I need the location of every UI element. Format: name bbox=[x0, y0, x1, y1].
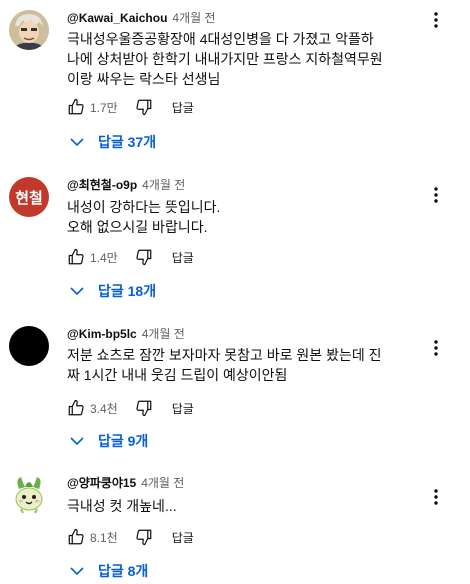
more-actions-button[interactable] bbox=[426, 487, 446, 507]
thumbs-down-icon bbox=[136, 249, 152, 266]
avatar[interactable] bbox=[9, 326, 49, 366]
thumbs-down-icon bbox=[136, 529, 152, 546]
avatar[interactable] bbox=[9, 10, 49, 50]
thumbs-up-icon bbox=[68, 248, 84, 265]
comment-header: @Kim-bp5lc 4개월 전 bbox=[67, 326, 185, 342]
like-button[interactable] bbox=[62, 243, 90, 271]
dislike-button[interactable] bbox=[130, 523, 158, 551]
like-count: 1.7만 bbox=[90, 100, 118, 115]
view-replies-button[interactable]: 답글 18개 bbox=[70, 280, 156, 302]
chevron-down-icon bbox=[70, 433, 86, 449]
chevron-down-icon bbox=[70, 563, 86, 579]
like-count: 3.4천 bbox=[90, 401, 118, 416]
comment-time[interactable]: 4개월 전 bbox=[142, 178, 185, 192]
comment-header: @양파쿵야15 4개월 전 bbox=[67, 475, 184, 491]
chevron-down-icon bbox=[70, 134, 86, 150]
avatar[interactable]: 현철 bbox=[9, 177, 49, 217]
replies-count-label: 답글 9개 bbox=[98, 433, 149, 449]
comment-time[interactable]: 4개월 전 bbox=[142, 327, 185, 341]
chevron-down-icon bbox=[70, 283, 86, 299]
reply-button[interactable]: 답글 bbox=[172, 529, 194, 546]
more-vert-icon bbox=[434, 12, 438, 28]
comment-author[interactable]: @양파쿵야15 bbox=[67, 476, 136, 490]
avatar-initials: 현철 bbox=[15, 189, 43, 207]
thumbs-up-icon bbox=[68, 98, 84, 115]
more-actions-button[interactable] bbox=[426, 338, 446, 358]
comment-author[interactable]: @Kim-bp5lc bbox=[67, 327, 137, 341]
comment-time[interactable]: 4개월 전 bbox=[172, 11, 215, 25]
comment-line: 이랑 싸우는 락스타 선생님 bbox=[67, 71, 221, 87]
replies-count-label: 답글 37개 bbox=[98, 134, 157, 150]
more-vert-icon bbox=[434, 187, 438, 203]
view-replies-button[interactable]: 답글 8개 bbox=[70, 560, 148, 582]
dislike-button[interactable] bbox=[130, 93, 158, 121]
view-replies-button[interactable]: 답글 37개 bbox=[70, 131, 156, 153]
more-vert-icon bbox=[434, 489, 438, 505]
like-count: 1.4만 bbox=[90, 250, 118, 265]
thumbs-up-icon bbox=[68, 528, 84, 545]
reply-button[interactable]: 답글 bbox=[172, 249, 194, 266]
comment-text: 극내성 컷 개높네... bbox=[67, 496, 407, 516]
comment-text: 저분 쇼츠로 잠깐 보자마자 못참고 바로 원본 봤는데 진 짜 1시간 내내 … bbox=[67, 345, 427, 385]
more-vert-icon bbox=[434, 340, 438, 356]
dislike-button[interactable] bbox=[130, 243, 158, 271]
reply-button[interactable]: 답글 bbox=[172, 400, 194, 417]
replies-count-label: 답글 8개 bbox=[98, 563, 149, 579]
like-button[interactable] bbox=[62, 394, 90, 422]
view-replies-button[interactable]: 답글 9개 bbox=[70, 430, 148, 452]
comment-actions: 3.4천 답글 bbox=[62, 394, 194, 422]
more-actions-button[interactable] bbox=[426, 185, 446, 205]
comment-author[interactable]: @최현철-o9p bbox=[67, 178, 137, 192]
comment-line: 내성이 강하다는 뜻입니다. bbox=[67, 199, 221, 215]
comment-header: @Kawai_Kaichou 4개월 전 bbox=[67, 10, 216, 26]
comment-actions: 1.7만 답글 bbox=[62, 93, 194, 121]
comment-actions: 8.1천 답글 bbox=[62, 523, 194, 551]
more-actions-button[interactable] bbox=[426, 10, 446, 30]
thumbs-down-icon bbox=[136, 99, 152, 116]
comment-line: 오해 없으시길 바랍니다. bbox=[67, 219, 208, 235]
comment-author[interactable]: @Kawai_Kaichou bbox=[67, 11, 167, 25]
comment-line: 극내성 컷 개높네... bbox=[67, 498, 177, 514]
anime-character-avatar-icon bbox=[9, 10, 49, 50]
replies-count-label: 답글 18개 bbox=[98, 283, 157, 299]
like-button[interactable] bbox=[62, 523, 90, 551]
comment-actions: 1.4만 답글 bbox=[62, 243, 194, 271]
comment-line: 짜 1시간 내내 웃김 드립이 예상이안됨 bbox=[67, 367, 288, 383]
comment-text: 극내성우울증공황장애 4대성인병을 다 가졌고 악플하 나에 상처받아 한학기 … bbox=[67, 29, 407, 89]
like-count: 8.1천 bbox=[90, 530, 118, 545]
like-button[interactable] bbox=[62, 93, 90, 121]
comment-line: 극내성우울증공황장애 4대성인병을 다 가졌고 악플하 bbox=[67, 31, 374, 47]
green-onion-character-avatar-icon bbox=[15, 477, 43, 514]
dislike-button[interactable] bbox=[130, 394, 158, 422]
comment-line: 저분 쇼츠로 잠깐 보자마자 못참고 바로 원본 봤는데 진 bbox=[67, 347, 382, 363]
comment-text: 내성이 강하다는 뜻입니다. 오해 없으시길 바랍니다. bbox=[67, 197, 407, 237]
comment-line: 나에 상처받아 한학기 내내가지만 프랑스 지하철역무원 bbox=[67, 51, 383, 67]
thumbs-up-icon bbox=[68, 399, 84, 416]
thumbs-down-icon bbox=[136, 400, 152, 417]
reply-button[interactable]: 답글 bbox=[172, 99, 194, 116]
avatar[interactable] bbox=[9, 475, 49, 515]
comment-time[interactable]: 4개월 전 bbox=[141, 476, 184, 490]
comment-header: @최현철-o9p 4개월 전 bbox=[67, 177, 185, 193]
